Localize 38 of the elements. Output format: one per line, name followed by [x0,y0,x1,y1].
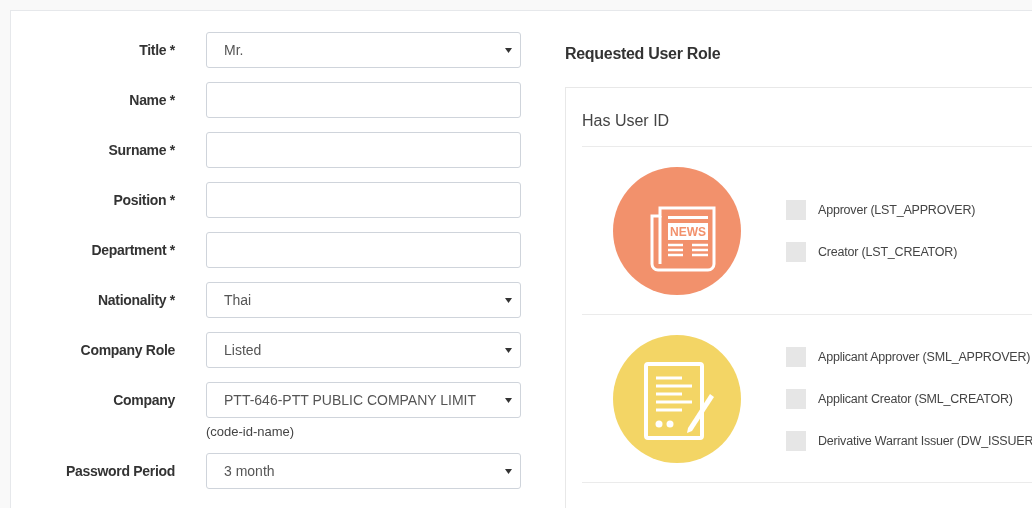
option-label: Approver (LST_APPROVER) [818,202,976,217]
option-label: Applicant Creator (SML_CREATOR) [818,391,1013,406]
field-label: Department * [90,241,175,258]
select-field[interactable]: Thai [206,282,521,318]
checkbox[interactable] [786,346,806,367]
field-label: Password Period [64,462,175,479]
field-label: Title * [138,41,175,58]
caret-icon [505,397,512,403]
field-label: Surname * [107,141,175,158]
help-text: (code-id-name) [206,424,296,439]
caret-icon [505,47,512,53]
checkbox[interactable] [786,430,806,451]
panel-title: Has User ID [582,88,1032,147]
checkbox[interactable] [786,388,806,409]
select-field[interactable]: Listed [206,332,521,368]
option-label: Derivative Warrant Issuer (DW_ISSUER [818,433,1032,448]
input-field[interactable] [206,82,521,118]
news-label: NEWS [670,224,706,239]
field-label: Position * [112,191,175,208]
checkbox[interactable] [786,199,806,220]
field-label: Company [112,391,175,408]
field-label: Name * [128,91,175,108]
select-field[interactable]: 3 month [206,453,521,489]
caret-icon [505,347,512,353]
checkbox[interactable] [786,241,806,262]
field-label: Nationality * [97,291,175,308]
field-label: Company Role [79,341,175,358]
option-label: Creator (LST_CREATOR) [818,244,958,259]
input-field[interactable] [206,182,521,218]
option-label: Applicant Approver (SML_APPROVER) [818,349,1031,364]
select-field[interactable]: Mr. [206,32,521,68]
input-field[interactable] [206,232,521,268]
document-pen-icon [644,361,714,440]
input-field[interactable] [206,132,521,168]
caret-icon [505,468,512,474]
section-title: Requested User Role [565,45,722,63]
select-field[interactable]: PTT-646-PTT PUBLIC COMPANY LIMIT [206,382,521,418]
caret-icon [505,297,512,303]
